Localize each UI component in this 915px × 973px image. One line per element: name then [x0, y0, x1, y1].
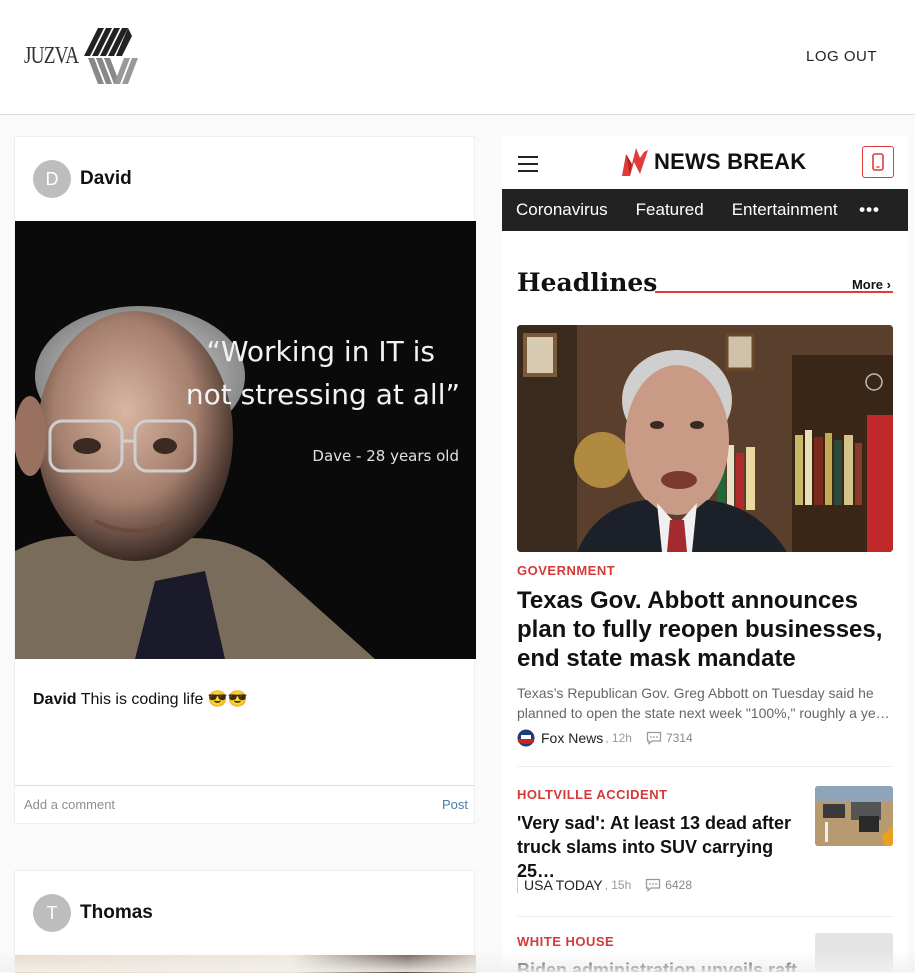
- article-title[interactable]: 'Very sad': At least 13 dead after truck…: [517, 811, 807, 883]
- newsbreak-panel: NEWS BREAK Coronavirus Featured Entertai…: [502, 136, 908, 972]
- app-logo[interactable]: JUZVA: [24, 26, 140, 86]
- article-time: , 12h: [605, 731, 632, 745]
- chevron-right-icon: ›: [886, 277, 891, 292]
- more-categories-icon[interactable]: •••: [859, 200, 880, 220]
- nav-tab-featured[interactable]: Featured: [636, 200, 704, 220]
- feed: D David “Working in IT is not stressing …: [14, 136, 476, 824]
- newsbreak-brand-text: NEWS BREAK: [654, 149, 807, 174]
- newsbreak-header: NEWS BREAK: [502, 136, 908, 189]
- newsbreak-logo[interactable]: NEWS BREAK: [620, 146, 806, 178]
- article-category[interactable]: GOVERNMENT: [517, 563, 615, 578]
- post-image[interactable]: “Working in IT is not stressing at all” …: [15, 221, 476, 659]
- article-source[interactable]: Fox News: [541, 730, 603, 746]
- post-username[interactable]: Thomas: [80, 902, 153, 924]
- article-title[interactable]: Texas Gov. Abbott announces plan to full…: [517, 586, 893, 673]
- phone-icon: [872, 153, 884, 171]
- article-time: , 15h: [604, 878, 632, 892]
- post-comment-button[interactable]: Post: [442, 797, 468, 812]
- accident-photo: [815, 786, 893, 846]
- quote-line-1: “Working in IT is: [206, 335, 435, 368]
- article-description: Texas’s Republican Gov. Greg Abbott on T…: [517, 685, 890, 721]
- post-header: T Thomas: [15, 871, 474, 955]
- post-header: D David: [15, 137, 474, 221]
- avatar[interactable]: T: [33, 894, 71, 932]
- category-nav: Coronavirus Featured Entertainment •••: [502, 189, 908, 231]
- article-category[interactable]: WHITE HOUSE: [517, 934, 614, 949]
- comments-count[interactable]: 6428: [645, 878, 692, 892]
- nav-tab-entertainment[interactable]: Entertainment: [732, 200, 838, 220]
- caption-username[interactable]: David: [33, 691, 77, 708]
- article-source[interactable]: USA TODAY: [524, 877, 603, 893]
- quote-line-2: not stressing at all”: [186, 378, 460, 411]
- divider: [517, 916, 893, 917]
- nav-tab-coronavirus[interactable]: Coronavirus: [516, 200, 608, 220]
- quote-attribution: Dave - 28 years old: [312, 447, 459, 465]
- mobile-app-button[interactable]: [862, 146, 894, 178]
- top-bar: JUZVA LOG OUT: [0, 0, 915, 115]
- post-username[interactable]: David: [80, 168, 132, 190]
- section-title: Headlines: [517, 268, 658, 297]
- source-divider: [517, 877, 518, 893]
- comment-input[interactable]: Add a comment: [24, 797, 115, 812]
- newsbreak-n-icon: [622, 148, 648, 176]
- headlines-section-header: Headlines More ›: [517, 268, 893, 298]
- article-category[interactable]: HOLTVILLE ACCIDENT: [517, 787, 668, 802]
- governor-photo: [517, 325, 893, 552]
- logo-mark-icon: [84, 28, 138, 84]
- article-thumbnail[interactable]: [815, 933, 893, 972]
- comment-icon: [646, 878, 661, 892]
- article-meta: USA TODAY , 15h 6428: [517, 877, 692, 893]
- caption-text: This is coding life 😎😎: [76, 691, 248, 708]
- logout-button[interactable]: LOG OUT: [806, 48, 877, 65]
- more-link[interactable]: More ›: [852, 277, 891, 292]
- post-image[interactable]: [15, 955, 476, 973]
- article-meta: Fox News , 12h 7314: [517, 729, 693, 747]
- fox-news-logo-icon: [517, 729, 535, 747]
- comments-count[interactable]: 7314: [646, 731, 693, 745]
- article-title[interactable]: Biden administration unveils raft of: [517, 958, 807, 972]
- post-card: T Thomas: [14, 870, 476, 973]
- logo-text: JUZVA: [24, 42, 79, 69]
- article-hero-image[interactable]: [517, 325, 893, 552]
- comment-icon: [646, 731, 662, 745]
- post-card: D David “Working in IT is not stressing …: [14, 136, 476, 824]
- post-caption: David This is coding life 😎😎: [15, 659, 474, 785]
- divider: [517, 766, 893, 767]
- avatar[interactable]: D: [33, 160, 71, 198]
- comment-row: Add a comment Post: [15, 785, 474, 823]
- article-thumbnail[interactable]: [815, 786, 893, 846]
- old-man-photo: “Working in IT is not stressing at all” …: [15, 221, 476, 659]
- hamburger-menu-icon[interactable]: [518, 156, 538, 177]
